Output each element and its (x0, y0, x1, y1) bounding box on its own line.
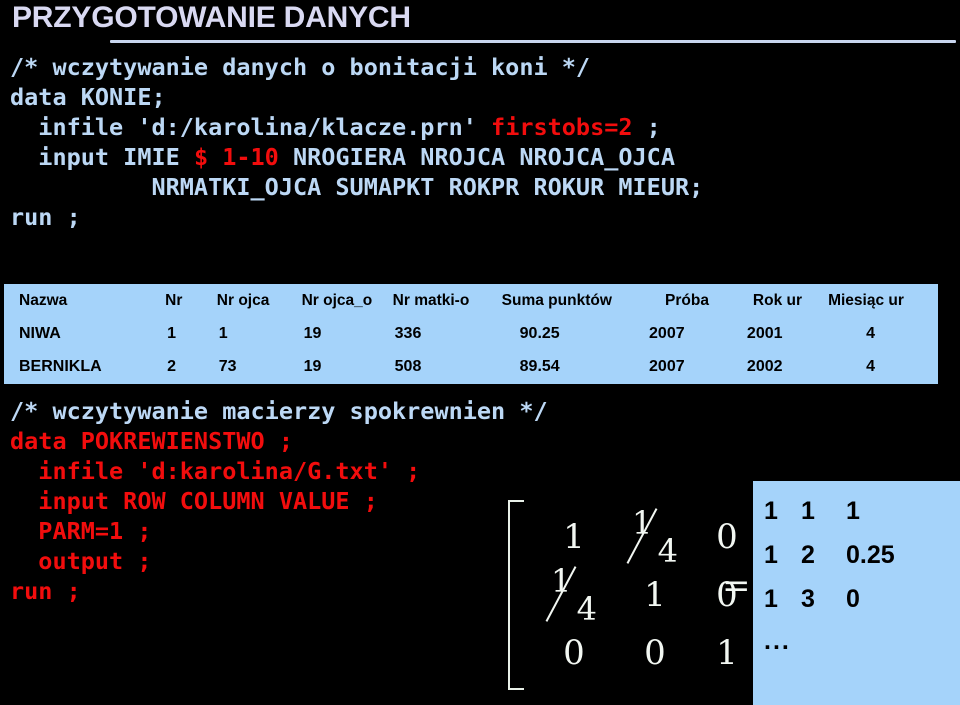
cell-nr-ojca: 73 (218, 357, 237, 375)
code-line: run ; (10, 576, 548, 606)
column-header-rok-ur: Rok ur (752, 291, 803, 309)
code-line: output ; (10, 546, 548, 576)
code-token: NRMATKI_OJCA SUMAPKT ROKPR ROKUR MIEUR; (10, 173, 704, 201)
cell-proba: 2007 (649, 324, 685, 342)
cell-row: 1 (764, 540, 778, 569)
column-header-nazwa: Nazwa (19, 291, 68, 309)
cell-miesiac-ur: 4 (866, 357, 875, 375)
cell-row: 1 (764, 584, 778, 613)
cell-value: 0.25 (846, 540, 895, 569)
fraction: 14 (626, 507, 678, 570)
cell-nazwa: NIWA (19, 324, 61, 342)
fraction: 14 (545, 565, 597, 628)
matrix-cell-fraction: 14 (545, 565, 597, 628)
column-header-nr-ojca-o: Nr ojca_o (301, 291, 373, 309)
title-divider (110, 40, 956, 43)
column-header-nr-matki-o: Nr matki-o (392, 291, 470, 309)
code-token: $ 1-10 (193, 143, 279, 171)
cell-miesiac-ur: 4 (866, 324, 875, 342)
matrix-cell: 0 (644, 633, 666, 673)
equals-sign: = (722, 566, 751, 606)
cell-suma-punktow: 89.54 (519, 357, 560, 375)
code-token: run ; (10, 577, 81, 605)
cell-nr: 2 (167, 357, 177, 375)
code-token: infile 'd:karolina/G.txt' ; (10, 457, 421, 485)
cell-nr-ojca: 1 (218, 324, 228, 342)
cell-row: 1 (764, 496, 778, 525)
table-row: 1 3 0 (764, 577, 946, 621)
code-line: run ; (10, 202, 703, 232)
code-line: data POKREWIENSTWO ; (10, 426, 548, 456)
code-token: input ROW COLUMN VALUE ; (10, 487, 378, 515)
cell-nr-ojca-o: 19 (303, 357, 322, 375)
cell-suma-punktow: 90.25 (519, 324, 560, 342)
code-token: firstobs=2 (491, 113, 633, 141)
matrix-cell: 0 (716, 517, 738, 557)
matrix-cell: 1 (563, 517, 585, 557)
column-header-proba: Próba (665, 291, 709, 309)
fraction-denominator: 4 (657, 532, 678, 570)
cell-proba: 2007 (649, 357, 685, 375)
code-token: input IMIE (10, 143, 194, 171)
matrix-cell: 0 (563, 633, 585, 673)
page-title: PRZYGOTOWANIE DANYCH (12, 1, 411, 34)
table-header-row: Nazwa Nr Nr ojca Nr ojca_o Nr matki-o Su… (4, 284, 938, 317)
cell-ellipsis: ... (764, 626, 791, 655)
column-header-suma-punktow: Suma punktów (501, 291, 612, 309)
matrix-left-bracket (508, 500, 524, 690)
cell-value: 0 (846, 584, 860, 613)
table-row-ellipsis: ... (764, 621, 946, 661)
sas-code-block-konie: /* wczytywanie danych o bonitacji koni *… (10, 52, 703, 232)
cell-column: 3 (801, 584, 815, 613)
code-token: data KONIE; (10, 83, 166, 111)
code-line: infile 'd:/karolina/klacze.prn' firstobs… (10, 112, 703, 142)
matrix-value-table: 1 1 1 1 2 0.25 1 3 0 ... (753, 481, 960, 705)
table-row: BERNIKLA 2 73 19 508 89.54 2007 2002 4 (4, 350, 938, 383)
matrix-cell: 1 (644, 575, 666, 615)
table-row: NIWA 1 1 19 336 90.25 2007 2001 4 (4, 317, 938, 350)
cell-value: 1 (846, 496, 860, 525)
cell-column: 2 (801, 540, 815, 569)
cell-nr-matki-o: 508 (394, 357, 422, 375)
cell-nr-matki-o: 336 (394, 324, 422, 342)
code-token: data POKREWIENSTWO ; (10, 427, 293, 455)
code-token: run ; (10, 203, 81, 231)
column-header-nr-ojca: Nr ojca (216, 291, 270, 309)
table-row: 1 2 0.25 (764, 533, 946, 577)
cell-nazwa: BERNIKLA (19, 357, 102, 375)
code-token: infile 'd:/karolina/klacze.prn' (10, 113, 492, 141)
code-line: PARM=1 ; (10, 516, 548, 546)
table: Nazwa Nr Nr ojca Nr ojca_o Nr matki-o Su… (4, 284, 938, 383)
cell-rok-ur: 2001 (746, 324, 783, 342)
column-header-miesiac-ur: Miesiąc ur (828, 291, 904, 309)
code-line: data KONIE; (10, 82, 703, 112)
fraction-denominator: 4 (576, 590, 597, 628)
code-token: output ; (10, 547, 152, 575)
code-token: PARM=1 ; (10, 517, 152, 545)
sas-code-block-pokrewienstwo: /* wczytywanie macierzy spokrewnien */da… (10, 396, 548, 606)
code-line: /* wczytywanie macierzy spokrewnien */ (10, 396, 548, 426)
cell-column: 1 (801, 496, 815, 525)
matrix-cell-fraction: 14 (626, 507, 678, 570)
table-row: 1 1 1 (764, 489, 946, 533)
horse-data-table: Nazwa Nr Nr ojca Nr ojca_o Nr matki-o Su… (4, 284, 938, 384)
cell-nr: 1 (167, 324, 177, 342)
code-token: /* wczytywanie danych o bonitacji koni *… (10, 53, 591, 81)
matrix-cell: 1 (716, 633, 738, 673)
code-line: input IMIE $ 1-10 NROGIERA NROJCA NROJCA… (10, 142, 703, 172)
column-header-nr: Nr (165, 291, 183, 309)
code-line: /* wczytywanie danych o bonitacji koni *… (10, 52, 703, 82)
code-token: NROGIERA NROJCA NROJCA_OJCA (278, 143, 675, 171)
cell-nr-ojca-o: 19 (303, 324, 322, 342)
code-line: input ROW COLUMN VALUE ; (10, 486, 548, 516)
code-token: /* wczytywanie macierzy spokrewnien */ (10, 397, 548, 425)
code-line: NRMATKI_OJCA SUMAPKT ROKPR ROKUR MIEUR; (10, 172, 703, 202)
cell-rok-ur: 2002 (746, 357, 783, 375)
table: 1 1 1 1 2 0.25 1 3 0 ... (764, 489, 946, 661)
code-line: infile 'd:karolina/G.txt' ; (10, 456, 548, 486)
code-token: ; (632, 113, 661, 141)
